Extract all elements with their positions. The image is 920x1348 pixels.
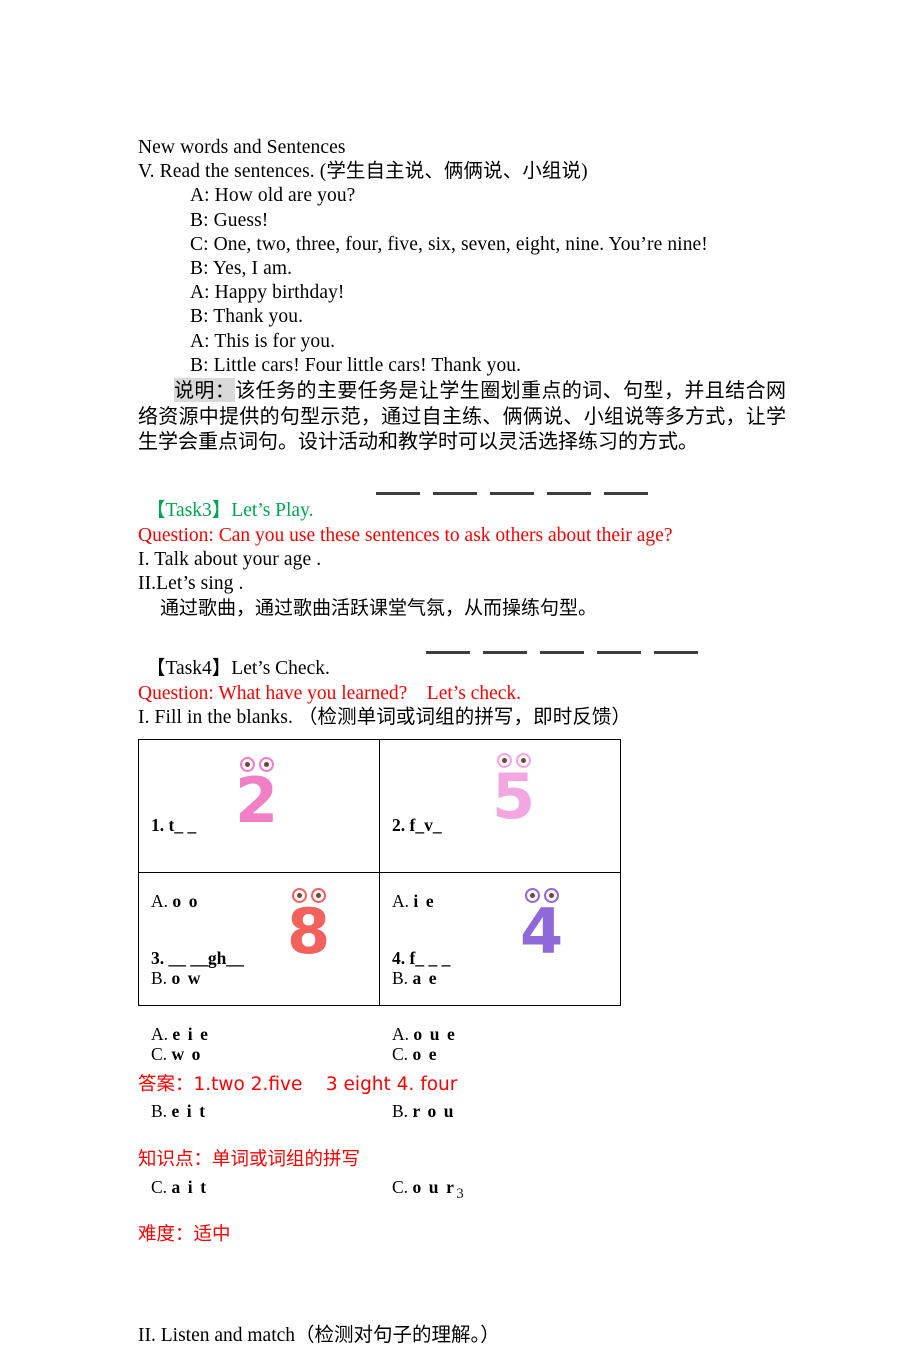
task4-question: Question: What have you learned? Let’s c… xyxy=(138,683,522,705)
rule-dash xyxy=(490,492,534,496)
quiz-stem: 4. f_ _ _ xyxy=(392,947,451,968)
number-5-creature-icon: 5 xyxy=(492,752,535,828)
table-row: 1. t_ _ A. o o B. o w C. w o 2 2. f_v_ A… xyxy=(138,738,621,1064)
option-value: e i e xyxy=(172,1024,210,1045)
rule-dash xyxy=(483,650,527,654)
rule-dash xyxy=(547,492,591,496)
quiz-option[interactable]: B. e i t xyxy=(151,1099,244,1125)
teaching-note: 说明：该任务的主要任务是让学生圈划重点的词、句型，并且结合网络资源中提供的句型示… xyxy=(138,378,786,455)
task4-heading: 【Task4】Let’s Check. xyxy=(138,657,786,681)
task4-item-1: I. Fill in the blanks. （检测单词或词组的拼写，即时反馈） xyxy=(138,707,632,729)
quiz-option[interactable]: B. r o u xyxy=(392,1099,471,1125)
number-glyph: 4 xyxy=(520,894,564,968)
dialogue-line: A: This is for you. xyxy=(190,330,336,352)
task3-item-2: II.Let’s sing . xyxy=(138,572,244,594)
eye-right xyxy=(310,887,326,903)
dialogue-line: A: How old are you? xyxy=(190,185,356,207)
option-letter: A. xyxy=(151,1024,169,1045)
rule-dash xyxy=(433,492,477,496)
rule-dash xyxy=(597,650,641,654)
task3-label: 【Task3】 xyxy=(146,499,232,521)
page-number: 3 xyxy=(456,1186,464,1202)
eye-left xyxy=(496,752,512,768)
task3-item-1: I. Talk about your age . xyxy=(138,548,322,570)
quiz-option[interactable]: A. o u e xyxy=(392,1022,471,1048)
rule-dash xyxy=(604,492,648,496)
quiz-stem: 1. t_ _ xyxy=(151,814,197,835)
task4-block: 【Task4】Let’s Check. Question: What have … xyxy=(138,650,786,1347)
quiz-stem: 3. __ __gh__ xyxy=(151,947,244,968)
option-letter: B. xyxy=(392,1100,409,1121)
dialogue-line: B: Yes, I am. xyxy=(190,258,293,280)
creature-eyes xyxy=(496,752,531,770)
rule-dash xyxy=(426,650,470,654)
eye-right xyxy=(543,887,559,903)
eye-right xyxy=(515,752,531,768)
option-value: r o u xyxy=(412,1100,456,1121)
eye-left xyxy=(291,887,307,903)
section-v-title: V. Read the sentences. (学生自主说、俩俩说、小组说) xyxy=(138,161,588,183)
quiz-cell-2[interactable]: 2. f_v_ A. i e B. a e C. o e 5 xyxy=(379,738,621,1064)
task4-title: Let’s Check. xyxy=(231,658,330,680)
note-label: 说明： xyxy=(174,378,236,403)
note-indent xyxy=(138,378,174,402)
number-2-creature-icon: 2 xyxy=(235,756,278,832)
number-4-creature-icon: 4 xyxy=(520,887,563,963)
creature-eyes xyxy=(291,887,326,905)
creature-eyes xyxy=(524,887,559,905)
quiz-option[interactable]: A. e i e xyxy=(151,1022,244,1048)
task4-rule-marks xyxy=(426,645,698,659)
eye-left xyxy=(524,887,540,903)
task4-item-2: II. Listen and match（检测对句子的理解。） xyxy=(138,1324,500,1346)
quiz-cell-1[interactable]: 1. t_ _ A. o o B. o w C. w o 2 xyxy=(138,738,380,1064)
task3-chinese-note: 通过歌曲，通过歌曲活跃课堂气氛，从而操练句型。 xyxy=(160,597,598,620)
page-heading: New words and Sentences xyxy=(138,137,346,158)
dialogue-line: C: One, two, three, four, five, six, sev… xyxy=(190,233,708,255)
dialogue-block: A: How old are you? B: Guess! C: One, tw… xyxy=(138,184,786,378)
table-row: 3. __ __gh__ A. e i e B. e i t C. a i t … xyxy=(138,871,621,1197)
rule-dash xyxy=(540,650,584,654)
number-glyph: 2 xyxy=(235,763,279,837)
task3-rule-marks xyxy=(376,487,648,501)
rule-dash xyxy=(376,492,420,496)
quiz-stem: 2. f_v_ xyxy=(392,814,442,835)
document-page: New words and Sentences V. Read the sent… xyxy=(0,0,920,1346)
number-glyph: 8 xyxy=(287,894,331,968)
eye-right xyxy=(258,756,274,772)
task4-label: 【Task4】 xyxy=(146,658,232,680)
dialogue-line: B: Little cars! Four little cars! Thank … xyxy=(190,354,522,376)
task3-title: Let’s Play. xyxy=(231,499,314,521)
eye-left xyxy=(239,756,255,772)
option-letter: A. xyxy=(392,1024,410,1045)
task3-question: Question: Can you use these sentences to… xyxy=(138,524,673,546)
dialogue-line: A: Happy birthday! xyxy=(190,282,345,304)
quiz-cell-4[interactable]: 4. f_ _ _ A. o u e B. r o u C. o u r 4 xyxy=(379,871,621,1197)
number-8-creature-icon: 8 xyxy=(287,887,330,963)
task3-block: 【Task3】Let’s Play. Question: Can you use… xyxy=(138,492,786,622)
task3-heading: 【Task3】Let’s Play. xyxy=(138,499,786,523)
dialogue-line: B: Thank you. xyxy=(190,306,304,328)
fill-in-blanks-table: 1. t_ _ A. o o B. o w C. w o 2 2. f_v_ A… xyxy=(138,738,621,1197)
option-value: o u e xyxy=(413,1024,457,1045)
number-glyph: 5 xyxy=(492,759,536,833)
dialogue-line: B: Guess! xyxy=(190,209,269,231)
quiz-cell-3[interactable]: 3. __ __gh__ A. e i e B. e i t C. a i t … xyxy=(138,871,380,1197)
option-value: e i t xyxy=(171,1100,207,1121)
creature-eyes xyxy=(239,756,274,774)
page-content: New words and Sentences V. Read the sent… xyxy=(138,136,786,1348)
option-letter: B. xyxy=(151,1100,168,1121)
note-body-3: 词句。设计活动和教学时可以灵活选择练习的方式。 xyxy=(238,429,698,454)
rule-dash xyxy=(654,650,698,654)
